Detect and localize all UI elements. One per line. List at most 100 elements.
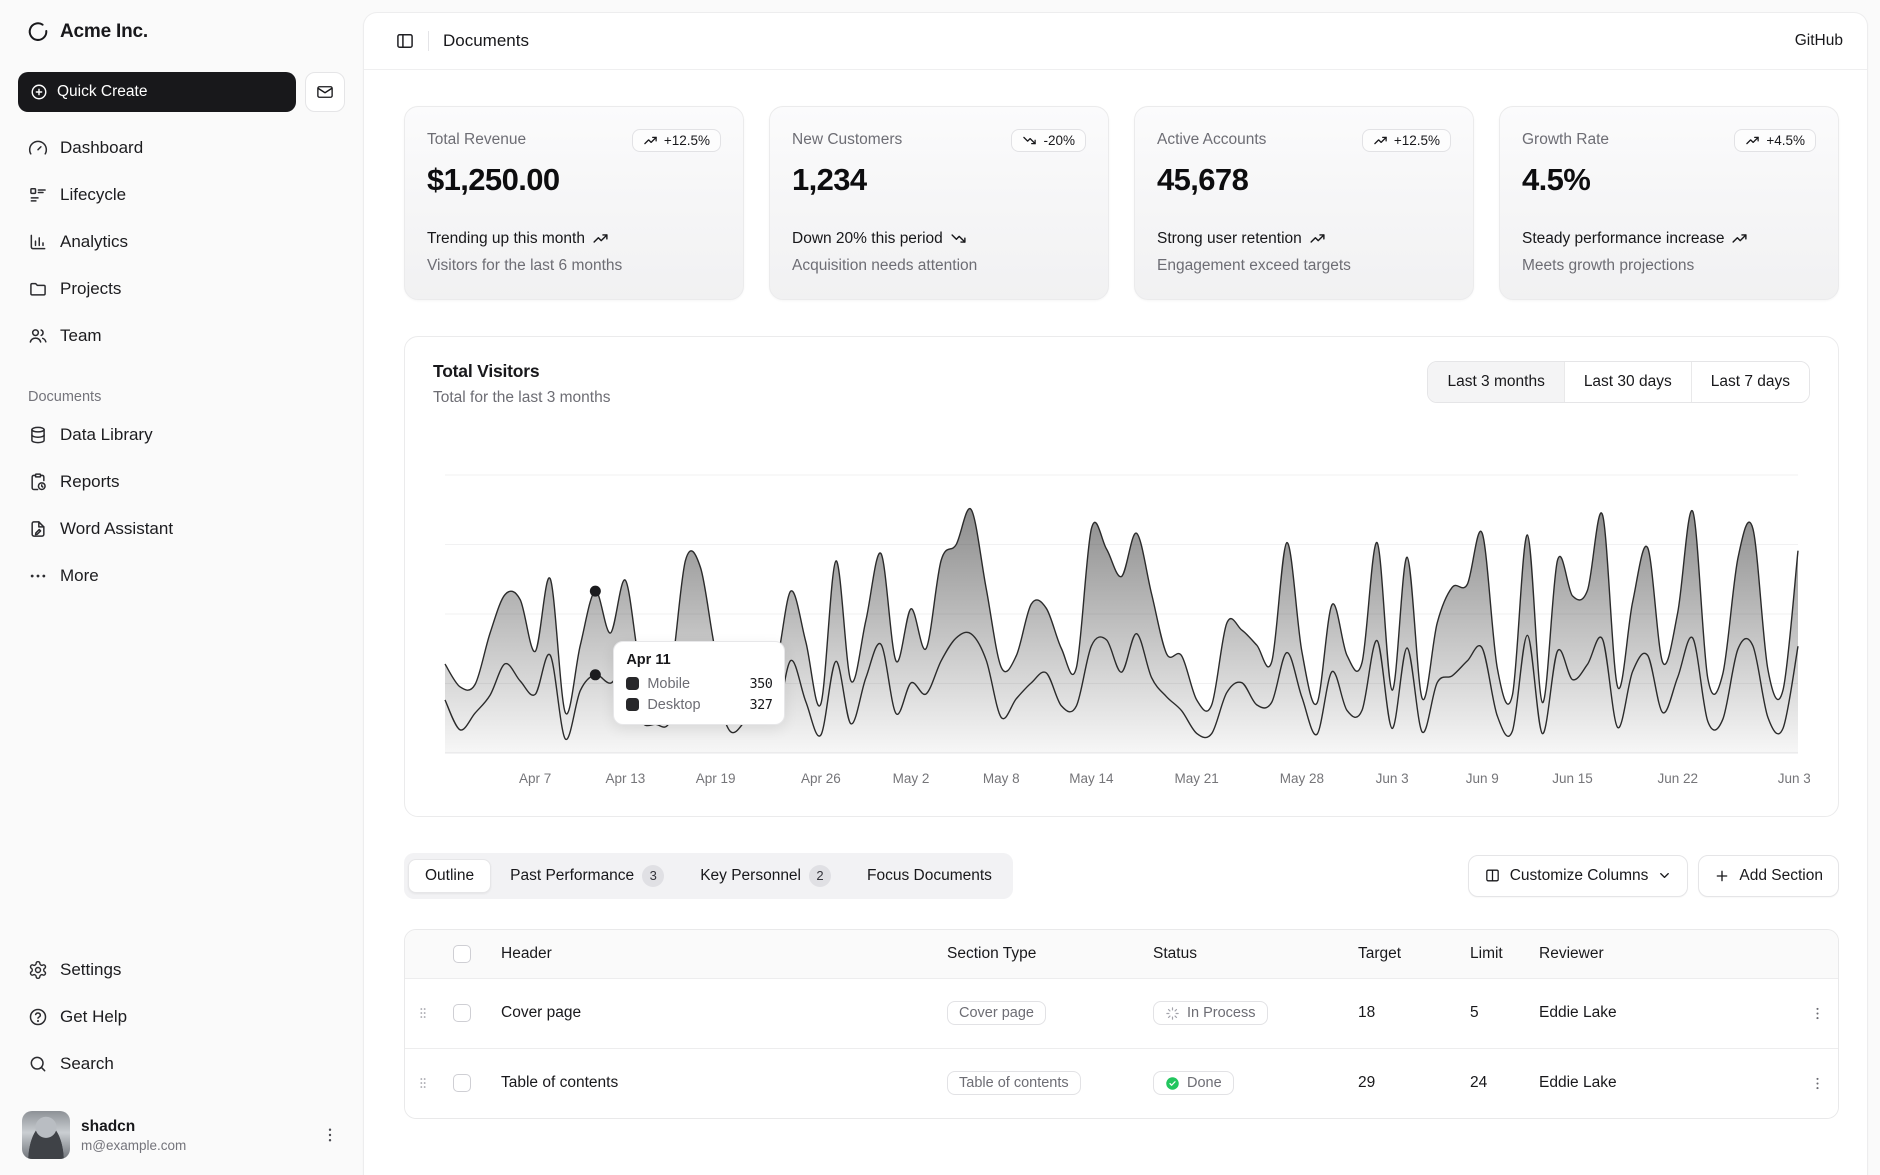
svg-text:May 28: May 28 [1280, 771, 1324, 786]
drag-handle-icon[interactable] [405, 1005, 441, 1021]
sidebar-item-label: Projects [60, 279, 121, 299]
row-header-cell[interactable]: Table of contents [489, 1074, 947, 1092]
github-link[interactable]: GitHub [1795, 32, 1843, 50]
tab-past-performance[interactable]: Past Performance 3 [493, 857, 681, 895]
sidebar-item-label: Team [60, 326, 102, 346]
stat-value: $1,250.00 [427, 162, 721, 198]
mail-icon [316, 83, 334, 101]
sidebar-item-search[interactable]: Search [18, 1044, 345, 1084]
gauge-icon [28, 138, 48, 158]
user-email: m@example.com [81, 1138, 186, 1153]
sidebar-item-reports[interactable]: Reports [18, 462, 345, 502]
stat-footer-sub: Acquisition needs attention [792, 257, 1086, 275]
row-checkbox[interactable] [453, 1074, 471, 1092]
add-section-button[interactable]: Add Section [1698, 855, 1839, 897]
stat-footer-title: Strong user retention [1157, 228, 1451, 250]
trending-up-icon [592, 230, 609, 247]
sidebar-toggle-button[interactable] [388, 24, 422, 58]
quick-create-button[interactable]: Quick Create [18, 72, 296, 112]
limit-cell[interactable]: 5 [1470, 1004, 1539, 1022]
tab-focus-documents[interactable]: Focus Documents [850, 859, 1009, 893]
sidebar-item-team[interactable]: Team [18, 316, 345, 356]
sidebar-item-dashboard[interactable]: Dashboard [18, 128, 345, 168]
gear-icon [28, 960, 48, 980]
status-badge: Done [1153, 1071, 1234, 1095]
user-menu[interactable]: shadcn m@example.com [18, 1105, 345, 1161]
stat-value: 1,234 [792, 162, 1086, 198]
folder-icon [28, 279, 48, 299]
tab-outline[interactable]: Outline [408, 859, 491, 893]
documents-nav: Data Library Reports Word Assistant More [18, 415, 345, 603]
reviewer-cell[interactable]: Eddie Lake [1539, 1074, 1796, 1092]
brand[interactable]: Acme Inc. [18, 14, 345, 50]
table-row: Table of contents Table of contents Done… [405, 1048, 1838, 1118]
select-all-checkbox[interactable] [453, 945, 471, 963]
trend-badge: -20% [1011, 129, 1086, 152]
page-title: Documents [443, 31, 529, 51]
status-badge: In Process [1153, 1001, 1268, 1025]
clipboard-icon [28, 472, 48, 492]
quick-create-label: Quick Create [57, 83, 147, 101]
chart-tooltip: Apr 11 Mobile 350 Desktop 327 [613, 641, 785, 725]
user-name: shadcn [81, 1118, 186, 1136]
sidebar-group-label: Documents [18, 389, 345, 405]
row-menu-button[interactable] [1796, 1005, 1838, 1022]
trending-up-icon [1309, 230, 1326, 247]
row-header-cell[interactable]: Cover page [489, 1004, 947, 1022]
row-menu-button[interactable] [1796, 1075, 1838, 1092]
trending-down-icon [950, 230, 967, 247]
reviewer-cell[interactable]: Eddie Lake [1539, 1004, 1796, 1022]
sidebar-item-projects[interactable]: Projects [18, 269, 345, 309]
file-pen-icon [28, 519, 48, 539]
row-checkbox[interactable] [453, 1004, 471, 1022]
sidebar-item-label: Dashboard [60, 138, 143, 158]
sidebar-item-lifecycle[interactable]: Lifecycle [18, 175, 345, 215]
table-header-row: Header Section Type Status Target Limit … [405, 930, 1838, 978]
column-header: Reviewer [1539, 945, 1796, 963]
tooltip-series-label: Desktop [647, 697, 700, 713]
target-cell[interactable]: 18 [1346, 1004, 1470, 1022]
stat-value: 4.5% [1522, 162, 1816, 198]
sidebar-item-settings[interactable]: Settings [18, 950, 345, 990]
inbox-button[interactable] [305, 72, 345, 112]
area-chart[interactable]: Apr 7Apr 13Apr 19Apr 26May 2May 8May 14M… [433, 423, 1810, 798]
sidebar-item-get-help[interactable]: Get Help [18, 997, 345, 1037]
plus-icon [1714, 868, 1730, 884]
ellipsis-icon [28, 566, 48, 586]
chart-range-toggle: Last 3 months Last 30 days Last 7 days [1427, 361, 1810, 403]
brand-name: Acme Inc. [60, 21, 148, 43]
stat-cards: Total Revenue +12.5% $1,250.00 Trending … [404, 106, 1839, 300]
svg-text:Apr 19: Apr 19 [696, 771, 736, 786]
tab-key-personnel[interactable]: Key Personnel 2 [683, 857, 848, 895]
drag-handle-icon[interactable] [405, 1075, 441, 1091]
main-panel: Documents GitHub Total Revenue +12.5% $1… [363, 12, 1868, 1175]
trending-up-icon [1745, 133, 1760, 148]
stat-label: Total Revenue [427, 129, 526, 149]
svg-text:Jun 15: Jun 15 [1552, 771, 1593, 786]
range-last-7-days[interactable]: Last 7 days [1691, 362, 1809, 402]
range-last-30-days[interactable]: Last 30 days [1564, 362, 1691, 402]
sidebar-item-analytics[interactable]: Analytics [18, 222, 345, 262]
stat-footer-title: Down 20% this period [792, 228, 1086, 250]
sidebar-item-word-assistant[interactable]: Word Assistant [18, 509, 345, 549]
limit-cell[interactable]: 24 [1470, 1074, 1539, 1092]
tab-count-badge: 3 [642, 865, 664, 887]
customize-columns-button[interactable]: Customize Columns [1468, 855, 1689, 897]
sidebar-item-data-library[interactable]: Data Library [18, 415, 345, 455]
stat-card-new-customers: New Customers -20% 1,234 Down 20% this p… [769, 106, 1109, 300]
mobile-series-swatch [626, 677, 639, 690]
target-cell[interactable]: 29 [1346, 1074, 1470, 1092]
section-tabs: Outline Past Performance 3 Key Personnel… [404, 853, 1013, 899]
column-header: Section Type [947, 945, 1153, 963]
sidebar-item-more[interactable]: More [18, 556, 345, 596]
sidebar-item-label: More [60, 566, 99, 586]
tooltip-series-value: 350 [749, 676, 772, 692]
column-header: Status [1153, 945, 1346, 963]
chevron-down-icon [1657, 868, 1672, 883]
help-circle-icon [28, 1007, 48, 1027]
chart-title: Total Visitors [433, 361, 610, 382]
range-last-3-months[interactable]: Last 3 months [1428, 362, 1563, 402]
svg-text:Jun 9: Jun 9 [1466, 771, 1499, 786]
sidebar-footer: Settings Get Help Search shadcn m@exampl… [18, 950, 345, 1161]
svg-text:May 2: May 2 [893, 771, 930, 786]
